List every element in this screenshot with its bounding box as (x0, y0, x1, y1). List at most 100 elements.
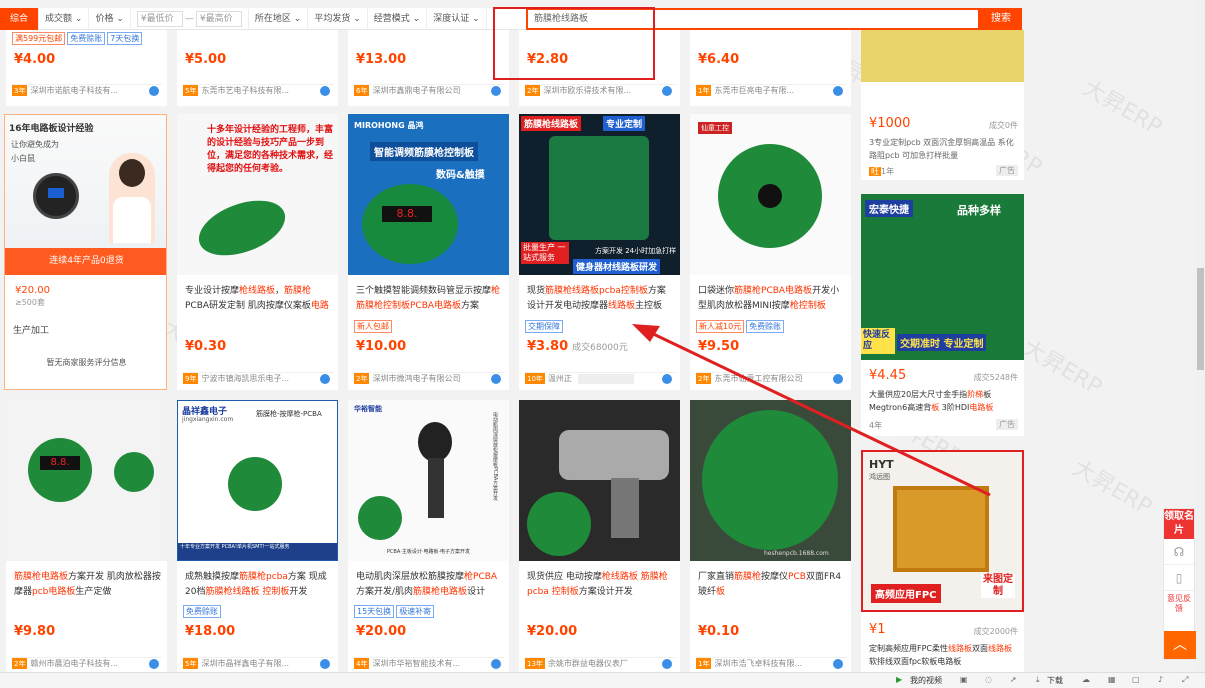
shop-name[interactable]: 2年 东莞市仙童工控有限公司 (696, 372, 847, 384)
search-button[interactable]: 搜索 (980, 8, 1022, 30)
chat-icon[interactable] (320, 374, 330, 384)
ad-product-card[interactable]: ¥1000 成交0件 3专业定制pcb 双面沉金厚铜高温品 系化路阻pcb 可加… (861, 30, 1024, 180)
product-title[interactable]: 大量供应20层大尺寸金手指阶梯板 Megtron6高速背板 3阶HDI电路板 (869, 388, 1018, 418)
chat-icon[interactable] (833, 374, 843, 384)
product-title[interactable]: 3专业定制pcb 双面沉金厚铜高温品 系化路阻pcb 可加急打样批量 (869, 136, 1018, 166)
chat-icon[interactable] (833, 86, 843, 96)
chat-icon[interactable] (149, 86, 159, 96)
get-card-button[interactable]: 领取名片 (1164, 509, 1194, 539)
product-card[interactable]: 晶祥鑫电子 jingxiangxin.com 筋膜枪-按摩枪-PCBA 十年专业… (177, 400, 338, 672)
shop-name[interactable]: 2年 深圳市微鸿电子有限公司 (354, 372, 505, 384)
shop-name[interactable]: 3年 深圳市诺航电子科技有... (12, 84, 163, 96)
chat-icon[interactable] (491, 374, 501, 384)
image-text: 快速反应 (861, 328, 895, 354)
product-image[interactable]: 十多年设计经验的工程师，丰富的设计经验与技巧产品一步到位，满足您的各种技术需求，… (177, 114, 338, 275)
product-card[interactable]: 仙童工控 口袋迷你筋膜枪PCBA电路板开发小型肌肉放松器MINI按摩枪控制板 新… (690, 114, 851, 390)
video-icon[interactable]: ▶ (896, 675, 902, 684)
shop-name[interactable]: 1年 东莞市巨亮电子有限... (696, 84, 847, 96)
product-card[interactable]: 现货供应 电动按摩枪线路板 筋膜枪pcba 控制板方案设计开发 ¥20.00 1… (519, 400, 680, 672)
shop-name[interactable]: 5年 深圳市晶祥鑫电子有限... (183, 657, 334, 669)
product-image[interactable]: MIROHONG 晶鸿 智能调频筋膜枪控制板 数码&触摸 8.8. (348, 114, 509, 275)
chat-icon[interactable] (662, 374, 672, 384)
product-image[interactable]: 宏泰快捷 品种多样 快速反应 交期准时 专业定制 (861, 194, 1024, 360)
product-image[interactable]: 仙童工控 (690, 114, 851, 275)
shop-name[interactable]: 13年 余姚市群益电器仪表厂 (525, 657, 676, 669)
product-image[interactable]: 筋膜枪线路板 专业定制 方案开发 24小时加急打样 批量生产 一站式服务 健身器… (519, 114, 680, 275)
scrollbar[interactable] (1196, 0, 1205, 672)
sort-tab-sales[interactable]: 成交额 ⌄ (39, 7, 90, 30)
product-title[interactable]: 定制高频应用FPC柔性线路板双面线路板软排线双面fpc软板电路板 (869, 642, 1018, 672)
chat-icon[interactable] (662, 86, 672, 96)
fullscreen-icon[interactable]: ⤢ (1182, 675, 1188, 685)
product-title[interactable]: 专业设计按摩枪线路板，筋膜枪PCBA研发定制 肌肉按摩仪案板电路 (185, 284, 332, 314)
filter-region[interactable]: 所在地区 ⌄ (249, 7, 309, 30)
sort-tab-price[interactable]: 价格 ⌄ (89, 7, 131, 30)
download-icon[interactable]: ⤓ (1036, 675, 1040, 685)
product-card[interactable]: ¥5.00 5年 东莞市艺电子科技有限... (177, 30, 338, 106)
product-image[interactable]: 华裕智能 电动肌肉深层放松按摩枪PCBA方案开发 PCBA·主板设计·电路板·电… (348, 400, 509, 561)
product-image[interactable]: 晶祥鑫电子 jingxiangxin.com 筋膜枪-按摩枪-PCBA 十年专业… (177, 400, 338, 561)
product-card[interactable]: ¥6.40 1年 东莞市巨亮电子有限... (690, 30, 851, 106)
product-title[interactable]: 电动肌肉深层放松筋膜按摩枪PCBA方案开发/肌肉筋膜枪电路板设计 (356, 570, 503, 600)
ad-product-card[interactable]: HYT 鸿远图 高频应用FPC 来图定制 ¥1 成交2000件 定制高频应用FP… (861, 450, 1024, 672)
headset-icon[interactable]: ☊ (1164, 539, 1194, 565)
product-title[interactable]: 筋膜枪电路板方案开发 肌肉放松器按摩器pcb电路板生产定做 (14, 570, 161, 600)
back-to-top-icon[interactable]: ︿ (1164, 631, 1196, 659)
product-card[interactable]: 8.8. 筋膜枪电路板方案开发 肌肉放松器按摩器pcb电路板生产定做 ¥9.80… (6, 400, 167, 672)
product-card[interactable]: MIROHONG 晶鸿 智能调频筋膜枪控制板 数码&触摸 8.8. 三个触摸智能… (348, 114, 509, 390)
product-image[interactable] (861, 30, 1024, 82)
document-icon[interactable]: ▯ (1164, 565, 1194, 591)
shop-name[interactable]: 4年 深圳市华裕智能技术有... (354, 657, 505, 669)
filter-delivery[interactable]: 平均发货 ⌄ (308, 7, 368, 30)
chat-icon[interactable] (662, 659, 672, 669)
chat-icon[interactable] (149, 659, 159, 669)
sort-tab-general[interactable]: 综合 (0, 7, 40, 30)
filter-certification[interactable]: 深度认证 ⌄ (427, 7, 487, 30)
scrollbar-thumb[interactable] (1197, 268, 1204, 370)
seller-ad-card[interactable]: 16年电路板设计经验 让你避免成为 小白鼠 连续4年产品0退货 ¥20.00 ≥… (4, 114, 167, 390)
chat-icon[interactable] (320, 659, 330, 669)
product-image[interactable]: heshenpcb.1688.com (690, 400, 851, 561)
product-image[interactable] (519, 400, 680, 561)
shop-name[interactable]: 5年 东莞市艺电子科技有限... (183, 84, 334, 96)
shop-name[interactable]: 9年 宁波市镇海凯思乐电子... (183, 372, 334, 384)
product-card[interactable]: 满599元包邮 免费赊账 7天包换 ¥4.00 3年 深圳市诺航电子科技有... (6, 30, 167, 106)
shop-name[interactable]: 2年 深圳市欧乐得技术有限... (525, 84, 676, 96)
price-min-input[interactable]: ¥最低价 (136, 10, 183, 27)
volume-icon[interactable]: ♪ (1158, 675, 1163, 684)
product-image[interactable]: HYT 鸿远图 高频应用FPC 来图定制 (861, 450, 1024, 612)
feedback-button[interactable]: 意见反馈 (1164, 591, 1194, 614)
product-title[interactable]: 三个触摸智能调频数码管显示按摩枪筋膜枪控制板PCBA电路板方案 (356, 284, 503, 314)
my-video-link[interactable]: 我的视频 (910, 675, 942, 686)
shop-name[interactable]: 10年 温州正 (525, 372, 676, 384)
download-link[interactable]: 下载 (1047, 675, 1063, 686)
shop-name[interactable]: 2年 赣州市晨泊电子科技有... (12, 657, 163, 669)
product-title[interactable]: 口袋迷你筋膜枪PCBA电路板开发小型肌肉放松器MINI按摩枪控制板 (698, 284, 845, 314)
screenshot-icon[interactable]: ▣ (960, 675, 968, 684)
product-title[interactable]: 现货筋膜枪线路板pcba控制板方案设计开发电动按摩器线路板主控板 (527, 284, 674, 314)
product-title[interactable]: 现货供应 电动按摩枪线路板 筋膜枪pcba 控制板方案设计开发 (527, 570, 674, 600)
chat-icon[interactable] (491, 659, 501, 669)
product-card[interactable]: heshenpcb.1688.com 厂家直销筋膜枪按摩仪PCB双面FR4玻纤板… (690, 400, 851, 672)
product-card[interactable]: ¥13.00 6年 深圳市鑫鼎电子有限公司 (348, 30, 509, 106)
price-max-input[interactable]: ¥最高价 (195, 10, 242, 27)
send-icon[interactable]: ➚ (1010, 675, 1017, 684)
grid-icon[interactable]: ▦ (1108, 675, 1116, 684)
ad-product-card[interactable]: 宏泰快捷 品种多样 快速反应 交期准时 专业定制 ¥4.45 成交5248件 大… (861, 194, 1024, 436)
product-card[interactable]: 华裕智能 电动肌肉深层放松按摩枪PCBA方案开发 PCBA·主板设计·电路板·电… (348, 400, 509, 672)
chat-bubble-icon[interactable]: ◌ (985, 675, 992, 684)
product-card[interactable]: 十多年设计经验的工程师，丰富的设计经验与技巧产品一步到位，满足您的各种技术需求，… (177, 114, 338, 390)
chat-icon[interactable] (491, 86, 501, 96)
cloud-icon[interactable]: ☁ (1082, 675, 1090, 684)
shop-name[interactable]: 1年 深圳市浩飞卓科技有限... (696, 657, 847, 669)
chat-icon[interactable] (320, 86, 330, 96)
product-card[interactable]: 筋膜枪线路板 专业定制 方案开发 24小时加急打样 批量生产 一站式服务 健身器… (519, 114, 680, 390)
product-title[interactable]: 成熟触摸按摩筋膜枪pcba方案 现成20档筋膜枪线路板 控制板开发 (185, 570, 332, 600)
product-image[interactable]: 8.8. (6, 400, 167, 561)
product-price: ¥9.50 (698, 339, 740, 354)
filter-business-mode[interactable]: 经营模式 ⌄ (368, 7, 428, 30)
window-icon[interactable]: ▢ (1132, 675, 1140, 684)
product-title[interactable]: 厂家直销筋膜枪按摩仪PCB双面FR4玻纤板 (698, 570, 845, 600)
chat-icon[interactable] (833, 659, 843, 669)
shop-name[interactable]: 6年 深圳市鑫鼎电子有限公司 (354, 84, 505, 96)
